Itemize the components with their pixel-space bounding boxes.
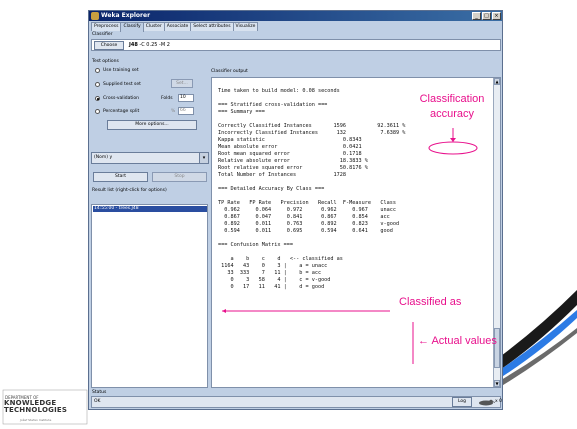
supplied-test-radio[interactable] bbox=[95, 82, 100, 87]
tab-classify[interactable]: Classify bbox=[120, 22, 144, 32]
more-options-button[interactable]: More options... bbox=[107, 120, 197, 130]
status-text: OK bbox=[94, 399, 101, 404]
log-button[interactable]: Log bbox=[452, 397, 472, 407]
class-attribute-select[interactable]: (Nom) y ▾ bbox=[91, 152, 209, 164]
folds-input[interactable]: 10 bbox=[178, 94, 194, 102]
close-button[interactable]: × bbox=[492, 12, 501, 20]
minimize-button[interactable]: _ bbox=[472, 12, 481, 20]
output-line: 0 3 58 4 | c = v-good bbox=[218, 277, 331, 283]
output-line: 1164 43 0 3 | a = unacc bbox=[218, 263, 328, 269]
output-line: Correctly Classified Instances 1596 92.3… bbox=[218, 123, 406, 129]
classifier-options: -C 0.25 -M 2 bbox=[139, 42, 170, 48]
logo-sub-text: Jožef Stefan Institute bbox=[20, 418, 52, 422]
result-list-item[interactable]: 14:55:00 - trees.J48 bbox=[93, 206, 207, 212]
output-line: Total Number of Instances 1728 bbox=[218, 172, 347, 178]
class-attribute-value: (Nom) y bbox=[94, 155, 113, 160]
window-controls: _ □ × bbox=[472, 12, 501, 20]
tab-select-attributes[interactable]: Select attributes bbox=[190, 22, 234, 31]
result-list[interactable]: 14:55:00 - trees.J48 bbox=[91, 204, 208, 388]
output-line: === Detailed Accuracy By Class === bbox=[218, 186, 325, 192]
output-line: Incorrectly Classified Instances 132 7.6… bbox=[218, 130, 406, 136]
output-line: Root relative squared error 50.8176 % bbox=[218, 165, 368, 171]
tab-preprocess[interactable]: Preprocess bbox=[91, 22, 122, 31]
output-line: TP Rate FP Rate Precision Recall F-Measu… bbox=[218, 200, 397, 206]
cross-validation-radio[interactable] bbox=[95, 96, 100, 101]
percent-input[interactable]: 66 bbox=[178, 107, 194, 115]
weka-explorer-window: Weka Explorer _ □ × Preprocess Classify … bbox=[88, 10, 503, 410]
output-line: a b c d <-- classified as bbox=[218, 256, 343, 262]
classifier-config[interactable]: J48 -C 0.25 -M 2 bbox=[129, 42, 170, 48]
percentage-split-radio[interactable] bbox=[95, 109, 100, 114]
scroll-up-icon[interactable]: ▲ bbox=[494, 78, 500, 85]
task-count: x 0 bbox=[495, 399, 502, 404]
tab-bar: Preprocess Classify Cluster Associate Se… bbox=[91, 22, 259, 32]
use-training-radio[interactable] bbox=[95, 68, 100, 73]
classifier-output-label: Classifier output bbox=[211, 69, 248, 74]
classifier-section-label: Classifier bbox=[92, 32, 113, 37]
percentage-split-label: Percentage split bbox=[103, 109, 140, 114]
slide: DEPARTMENT OF KNOWLEDGE TECHNOLOGIES Jož… bbox=[0, 0, 577, 428]
weka-bird-icon bbox=[479, 399, 495, 406]
output-line: 0 17 11 41 | d = good bbox=[218, 284, 325, 290]
scroll-down-icon[interactable]: ▼ bbox=[494, 380, 500, 387]
output-line: 0.867 0.047 0.841 0.867 0.854 acc bbox=[218, 214, 390, 220]
left-panel: Test options Use training set Supplied t… bbox=[91, 54, 209, 388]
percent-sign: % bbox=[171, 109, 176, 114]
start-button[interactable]: Start bbox=[93, 172, 148, 182]
actual-values-annotation: ← Actual values bbox=[418, 335, 497, 347]
scroll-thumb[interactable] bbox=[494, 328, 500, 368]
weka-icon bbox=[91, 12, 99, 20]
use-training-label: Use training set bbox=[103, 68, 139, 73]
classified-as-annotation: Classified as bbox=[399, 296, 462, 308]
classifier-name: J48 bbox=[129, 42, 138, 48]
output-line: Relative absolute error 18.3833 % bbox=[218, 158, 368, 164]
classifier-row: Choose J48 -C 0.25 -M 2 bbox=[91, 39, 501, 51]
chevron-down-icon: ▾ bbox=[199, 153, 208, 163]
tab-associate[interactable]: Associate bbox=[163, 22, 192, 31]
choose-button[interactable]: Choose bbox=[94, 41, 124, 50]
folds-label: Folds bbox=[161, 96, 173, 101]
cross-validation-label: Cross-validation bbox=[103, 96, 139, 101]
title-bar: Weka Explorer _ □ × bbox=[89, 11, 502, 21]
tab-cluster[interactable]: Cluster bbox=[142, 22, 165, 31]
maximize-button[interactable]: □ bbox=[482, 12, 491, 20]
stop-button[interactable]: Stop bbox=[152, 172, 207, 182]
output-line: Root mean squared error 0.1718 bbox=[218, 151, 362, 157]
output-line: === Confusion Matrix === bbox=[218, 242, 293, 248]
logo-main-text: KNOWLEDGE TECHNOLOGIES bbox=[4, 399, 68, 414]
output-line: 0.594 0.011 0.695 0.594 0.641 good bbox=[218, 228, 393, 234]
output-line: Mean absolute error 0.0421 bbox=[218, 144, 362, 150]
test-options-label: Test options bbox=[92, 59, 119, 64]
output-line: 33 333 7 11 | b = acc bbox=[218, 270, 322, 276]
tab-visualize[interactable]: Visualize bbox=[232, 22, 259, 31]
window-title: Weka Explorer bbox=[101, 12, 151, 19]
output-line: Kappa statistic 0.8343 bbox=[218, 137, 362, 143]
set-button[interactable]: Set... bbox=[171, 79, 193, 88]
output-line: 0.892 0.011 0.763 0.892 0.823 v-good bbox=[218, 221, 400, 227]
supplied-test-label: Supplied test set bbox=[103, 82, 141, 87]
status-label: Status bbox=[92, 390, 107, 395]
classification-accuracy-annotation: Classification accuracy bbox=[419, 93, 485, 120]
output-line: 0.962 0.064 0.972 0.962 0.967 unacc bbox=[218, 207, 397, 213]
result-list-label: Result list (right-click for options) bbox=[92, 188, 167, 193]
status-bar: OK bbox=[91, 396, 501, 408]
